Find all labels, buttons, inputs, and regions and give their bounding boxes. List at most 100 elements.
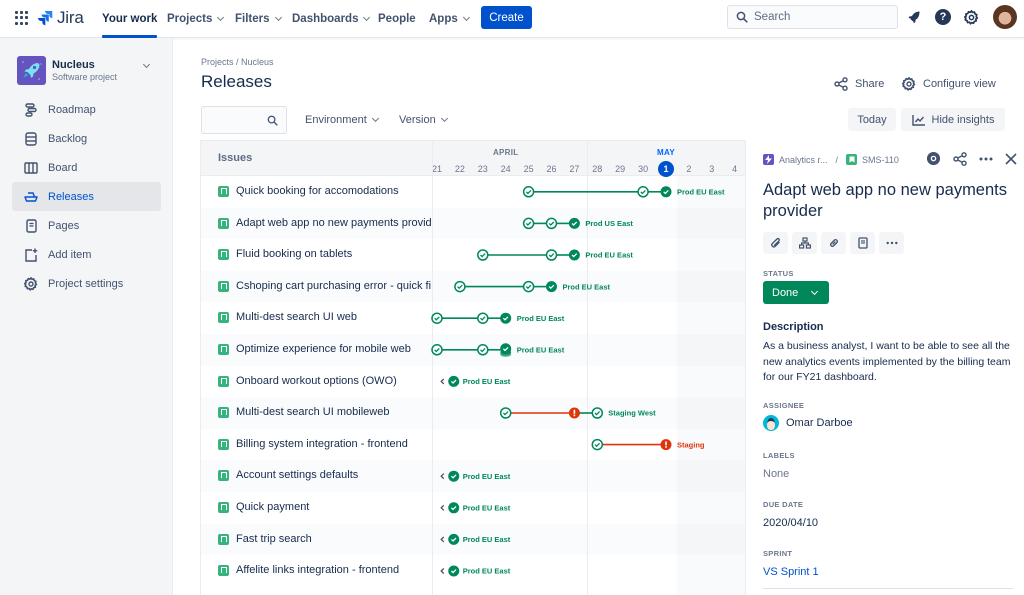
issue-row[interactable]: Multi-dest search UI web xyxy=(201,302,745,334)
issue-row[interactable]: Affelite links integration - frontend xyxy=(201,555,745,587)
version-filter-dropdown[interactable]: Version xyxy=(399,110,448,130)
user-avatar[interactable] xyxy=(993,5,1017,29)
environment-filter-dropdown[interactable]: Environment xyxy=(305,110,379,130)
sidebar-item-releases[interactable]: Releases xyxy=(12,182,161,211)
board-icon xyxy=(24,161,38,175)
issue-title[interactable]: Account settings defaults xyxy=(236,469,431,481)
releases-timeline: Issues APRIL MAY 21 22 23 24 25 26 27 28 29 30 1 2 3 4… xyxy=(200,140,746,595)
issue-title[interactable]: Fluid booking on tablets xyxy=(236,248,431,260)
issue-row[interactable]: Account settings defaults xyxy=(201,460,745,492)
issue-breadcrumb: Analytics r... / SMS-110 xyxy=(763,154,899,165)
story-icon xyxy=(218,407,229,419)
issue-row[interactable]: Billing system integration - frontend xyxy=(201,429,745,461)
today-button[interactable]: Today xyxy=(848,108,896,131)
create-button[interactable]: Create xyxy=(481,6,532,29)
labels-value[interactable]: None xyxy=(763,468,789,480)
pages-icon xyxy=(24,218,38,233)
issue-row[interactable]: Cshoping cart purchasing error - quick f… xyxy=(201,270,745,303)
configure-view-button[interactable]: Configure view xyxy=(902,74,996,94)
issue-row[interactable]: Quick payment xyxy=(201,492,745,524)
project-switcher[interactable]: Nucleus Software project xyxy=(17,55,157,85)
sidebar-item-label: Roadmap xyxy=(48,103,96,116)
nav-label: Filters xyxy=(235,13,270,25)
more-options-icon[interactable] xyxy=(979,157,993,161)
issue-title[interactable]: Fast trip search xyxy=(236,533,431,545)
share-icon[interactable] xyxy=(953,151,967,166)
issue-row[interactable]: Fast trip search xyxy=(201,523,745,556)
nav-dashboards[interactable]: Dashboards xyxy=(292,0,371,38)
add-page-button[interactable] xyxy=(850,232,875,254)
link-issue-button[interactable] xyxy=(821,232,846,254)
watch-eye-icon[interactable] xyxy=(926,151,941,166)
issue-row[interactable]: Quick booking for accomodations xyxy=(201,176,745,208)
issue-actions xyxy=(926,151,1017,166)
notifications-rocket-icon[interactable] xyxy=(905,8,923,26)
day-label: 28 xyxy=(592,164,603,174)
breadcrumb[interactable]: Projects / Nucleus xyxy=(201,57,274,67)
chevron-down-icon xyxy=(363,13,371,22)
nav-your-work[interactable]: Your work xyxy=(102,0,158,38)
nav-filters[interactable]: Filters xyxy=(235,0,282,38)
nav-label: Dashboards xyxy=(292,13,359,25)
hide-insights-button[interactable]: Hide insights xyxy=(901,108,1005,131)
assignee-field[interactable]: Omar Darboe xyxy=(763,415,853,431)
share-label: Share xyxy=(855,78,885,90)
nav-projects[interactable]: Projects xyxy=(167,0,225,38)
issue-title[interactable]: Onboard workout options (OWO) xyxy=(236,375,431,387)
parent-issue-link[interactable]: Analytics r... xyxy=(779,155,828,165)
issue-title[interactable]: Quick booking for accomodations xyxy=(236,185,431,197)
day-label: 26 xyxy=(546,164,557,174)
story-icon xyxy=(846,154,858,165)
chevron-down-icon xyxy=(217,13,225,22)
issue-title[interactable]: Cshoping cart purchasing error - quick f… xyxy=(236,280,431,292)
sidebar-item-pages[interactable]: Pages xyxy=(12,211,161,240)
close-icon[interactable] xyxy=(1005,152,1017,165)
sidebar-item-label: Project settings xyxy=(48,277,124,290)
sidebar-item-backlog[interactable]: Backlog xyxy=(12,124,161,153)
issue-title[interactable]: Billing system integration - frontend xyxy=(236,438,431,450)
app-switcher-icon[interactable] xyxy=(15,11,29,25)
issue-title[interactable]: Adapt web app no new payments provider xyxy=(763,180,1013,222)
issue-title[interactable]: Multi-dest search UI mobileweb xyxy=(236,406,431,418)
share-button[interactable]: Share xyxy=(834,74,884,94)
page-icon xyxy=(857,237,868,249)
share-icon xyxy=(834,77,848,91)
filter-search-field[interactable] xyxy=(201,106,287,134)
day-label: 2 xyxy=(686,164,692,174)
more-actions-button[interactable] xyxy=(879,232,904,254)
day-label: 25 xyxy=(523,164,534,174)
filter-search-input[interactable] xyxy=(202,107,262,133)
sprint-link[interactable]: VS Sprint 1 xyxy=(763,566,819,578)
attach-button[interactable] xyxy=(763,232,788,254)
future-days-shade xyxy=(677,176,745,595)
jira-logo[interactable]: Jira xyxy=(37,8,84,28)
issue-row[interactable]: Multi-dest search UI mobileweb xyxy=(201,397,745,429)
issues-column-divider xyxy=(432,141,433,595)
issue-row[interactable]: Optimize experience for mobile web xyxy=(201,334,745,366)
issue-title[interactable]: Affelite links integration - frontend xyxy=(236,564,431,576)
search-field[interactable] xyxy=(727,5,898,29)
issue-key-link[interactable]: SMS-110 xyxy=(862,155,899,165)
sidebar-item-add-item[interactable]: Add item xyxy=(12,240,161,269)
child-issue-button[interactable] xyxy=(792,232,817,254)
description-text[interactable]: As a business analyst, I want to be able… xyxy=(763,339,1021,386)
sidebar-item-board[interactable]: Board xyxy=(12,153,161,182)
help-icon[interactable]: ? xyxy=(934,8,952,26)
issue-row[interactable]: Onboard workout options (OWO) xyxy=(201,366,745,398)
nav-apps[interactable]: Apps xyxy=(429,0,470,38)
issue-title[interactable]: Quick payment xyxy=(236,501,431,513)
issue-title[interactable]: Adapt web app no new payments provider xyxy=(236,217,431,229)
issue-title[interactable]: Multi-dest search UI web xyxy=(236,311,431,323)
status-dropdown[interactable]: Done xyxy=(763,281,829,304)
sidebar-item-project-settings[interactable]: Project settings xyxy=(12,269,161,298)
issue-title[interactable]: Optimize experience for mobile web xyxy=(236,343,431,355)
issue-row[interactable]: Adapt web app no new payments provider xyxy=(201,207,745,240)
settings-gear-icon[interactable] xyxy=(962,8,980,26)
dropdown-label: Environment xyxy=(305,114,367,126)
issue-row[interactable]: Fluid booking on tablets xyxy=(201,239,745,271)
story-icon xyxy=(218,312,229,324)
due-date-value[interactable]: 2020/04/10 xyxy=(763,517,818,529)
sidebar-item-roadmap[interactable]: Roadmap xyxy=(12,95,161,124)
nav-people[interactable]: People xyxy=(378,0,416,38)
search-input[interactable] xyxy=(754,11,884,23)
